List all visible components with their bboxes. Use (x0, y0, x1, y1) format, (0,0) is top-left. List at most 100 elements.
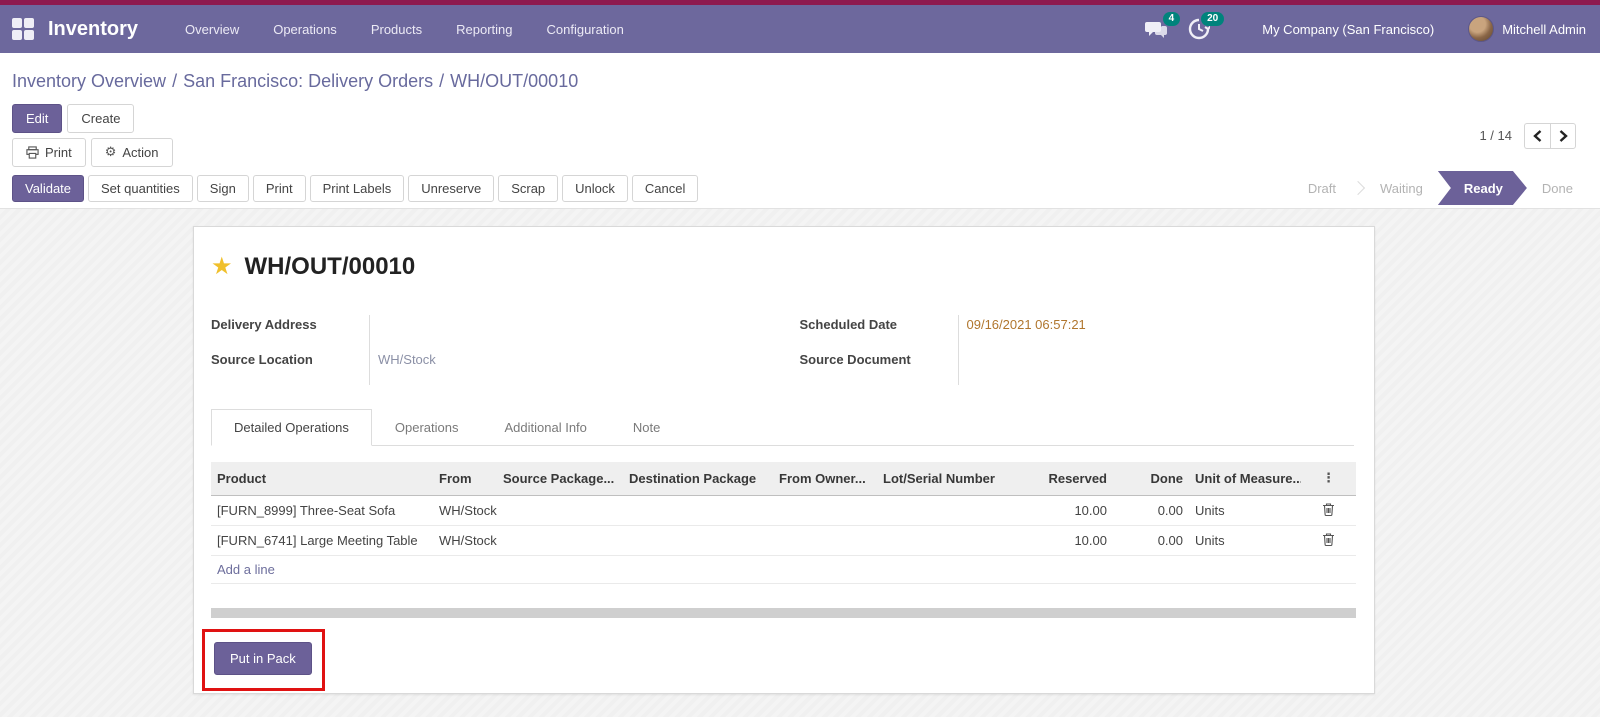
menu-operations[interactable]: Operations (256, 8, 354, 51)
breadcrumb-delivery-orders[interactable]: San Francisco: Delivery Orders (183, 71, 433, 91)
chevron-left-icon (1533, 129, 1542, 142)
print-button[interactable]: Print (252, 175, 306, 202)
cell-uom[interactable]: Units (1189, 525, 1301, 556)
cell-from-owner[interactable] (773, 525, 877, 556)
add-a-line-link[interactable]: Add a line (211, 555, 1356, 584)
cell-reserved[interactable]: 10.00 (1013, 525, 1113, 556)
status-ready[interactable]: Ready (1438, 171, 1527, 205)
action-menu-button[interactable]: ⚙ Action (90, 138, 173, 167)
odoo-inventory-screen: Inventory Overview Operations Products R… (0, 0, 1600, 717)
printer-icon (26, 146, 39, 159)
column-source-package[interactable]: Source Package... (497, 462, 623, 496)
cell-destination-package[interactable] (623, 525, 773, 556)
column-destination-package[interactable]: Destination Package (623, 462, 773, 496)
optional-columns-icon[interactable]: ⋮ (1301, 462, 1356, 496)
cell-source-package[interactable] (497, 495, 623, 526)
column-product[interactable]: Product (211, 462, 433, 496)
pager-value: 1 / 14 (1479, 128, 1512, 143)
cell-lot-serial[interactable] (877, 525, 1013, 556)
delete-row-icon[interactable] (1322, 502, 1335, 516)
cell-product[interactable]: [FURN_6741] Large Meeting Table (211, 525, 433, 556)
menu-configuration[interactable]: Configuration (530, 8, 641, 51)
gear-icon: ⚙ (104, 145, 117, 160)
apps-grid-icon[interactable] (12, 18, 34, 40)
horizontal-scrollbar[interactable] (211, 607, 1356, 618)
set-quantities-button[interactable]: Set quantities (88, 175, 193, 202)
status-separator-icon (1350, 180, 1366, 196)
column-from-owner[interactable]: From Owner... (773, 462, 877, 496)
cell-source-package[interactable] (497, 525, 623, 556)
user-menu[interactable]: Mitchell Admin (1502, 22, 1586, 37)
activities-badge: 20 (1201, 12, 1225, 26)
chevron-right-icon (1559, 129, 1568, 142)
print-menu-button[interactable]: Print (12, 138, 86, 167)
column-done[interactable]: Done (1113, 462, 1189, 496)
print-labels-button[interactable]: Print Labels (309, 175, 405, 202)
form-background: ★ WH/OUT/00010 Delivery Address Source L… (0, 209, 1600, 717)
column-unit-of-measure[interactable]: Unit of Measure... (1189, 462, 1301, 496)
app-name[interactable]: Inventory (48, 18, 138, 41)
cell-destination-package[interactable] (623, 495, 773, 526)
document-title: WH/OUT/00010 (244, 253, 416, 280)
control-panel: Inventory Overview / San Francisco: Delive… (0, 53, 1600, 167)
breadcrumb-inventory-overview[interactable]: Inventory Overview (12, 71, 166, 91)
menu-reporting[interactable]: Reporting (439, 8, 529, 51)
notebook-tabs: Detailed Operations Operations Additiona… (211, 409, 1354, 446)
delete-row-icon[interactable] (1322, 532, 1335, 546)
cell-product[interactable]: [FURN_8999] Three-Seat Sofa (211, 495, 433, 526)
cell-from[interactable]: WH/Stock (433, 495, 497, 526)
avatar[interactable] (1468, 16, 1495, 42)
tab-note[interactable]: Note (610, 409, 683, 446)
tab-additional-info[interactable]: Additional Info (482, 409, 610, 446)
tab-operations[interactable]: Operations (372, 409, 482, 446)
document-sheet: ★ WH/OUT/00010 Delivery Address Source L… (193, 226, 1375, 694)
source-location-value[interactable]: WH/Stock (378, 352, 436, 367)
favorite-star-icon[interactable]: ★ (211, 255, 233, 279)
pager-previous-button[interactable] (1524, 122, 1550, 149)
navbar-right: 4 20 My Company (San Francisco) Mitchell… (1144, 12, 1586, 44)
validate-button[interactable]: Validate (12, 175, 85, 202)
messages-badge: 4 (1162, 12, 1181, 26)
delivery-address-label: Delivery Address (211, 317, 317, 332)
record-action-buttons: Edit Create Print ⚙ Action (12, 104, 173, 167)
cell-lot-serial[interactable] (877, 495, 1013, 526)
breadcrumb-separator: / (172, 71, 178, 91)
cell-uom[interactable]: Units (1189, 495, 1301, 526)
scheduled-date-value[interactable]: 09/16/2021 06:57:21 (967, 317, 1086, 332)
table-row[interactable]: [FURN_8999] Three-Seat Sofa WH/Stock 10.… (211, 495, 1356, 526)
source-document-label: Source Document (799, 352, 911, 367)
workflow-buttons: Validate Set quantities Sign Print Print… (12, 175, 699, 208)
cancel-button[interactable]: Cancel (631, 175, 699, 202)
menu-products[interactable]: Products (354, 8, 439, 51)
sign-button[interactable]: Sign (196, 175, 249, 202)
breadcrumb-separator: / (439, 71, 445, 91)
cell-from[interactable]: WH/Stock (433, 525, 497, 556)
status-waiting[interactable]: Waiting (1365, 171, 1438, 205)
table-row[interactable]: [FURN_6741] Large Meeting Table WH/Stock… (211, 525, 1356, 556)
column-from[interactable]: From (433, 462, 497, 496)
scrap-button[interactable]: Scrap (498, 175, 559, 202)
column-lot-serial-number[interactable]: Lot/Serial Number (877, 462, 1013, 496)
unreserve-button[interactable]: Unreserve (408, 175, 495, 202)
edit-button[interactable]: Edit (12, 104, 63, 133)
create-button[interactable]: Create (67, 104, 135, 133)
cell-done[interactable]: 0.00 (1113, 525, 1189, 556)
main-navbar: Inventory Overview Operations Products R… (0, 5, 1600, 53)
scheduled-date-label: Scheduled Date (799, 317, 898, 332)
messages-button[interactable]: 4 (1144, 12, 1181, 44)
cell-from-owner[interactable] (773, 495, 877, 526)
status-done[interactable]: Done (1527, 171, 1588, 205)
unlock-button[interactable]: Unlock (562, 175, 628, 202)
annotation-put-in-pack-highlight: Put in Pack (202, 628, 325, 691)
field-group-right: Scheduled Date 09/16/2021 06:57:21 Sourc… (783, 315, 1355, 385)
status-draft[interactable]: Draft (1293, 171, 1351, 205)
cell-reserved[interactable]: 10.00 (1013, 495, 1113, 526)
cell-done[interactable]: 0.00 (1113, 495, 1189, 526)
put-in-pack-button[interactable]: Put in Pack (214, 641, 312, 675)
activities-button[interactable]: 20 (1188, 12, 1225, 44)
column-reserved[interactable]: Reserved (1013, 462, 1113, 496)
menu-overview[interactable]: Overview (168, 8, 256, 51)
company-switcher[interactable]: My Company (San Francisco) (1262, 22, 1434, 37)
tab-detailed-operations[interactable]: Detailed Operations (211, 409, 372, 446)
pager-next-button[interactable] (1550, 122, 1576, 149)
